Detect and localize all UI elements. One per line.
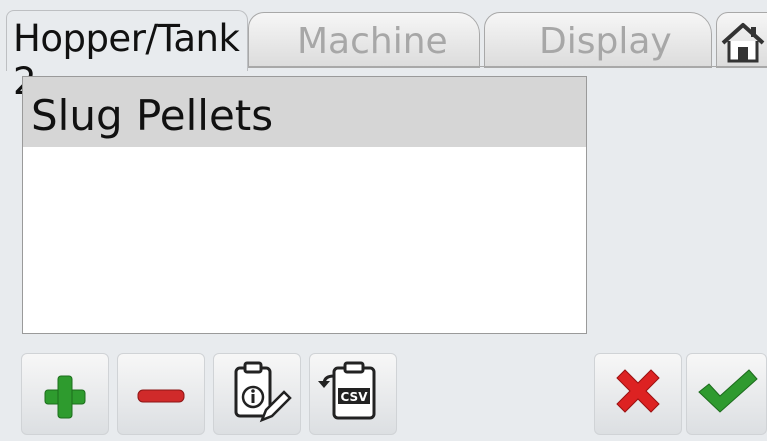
tab-display[interactable]: Display [484, 12, 712, 68]
csv-label: CSV [341, 390, 369, 404]
list-item[interactable]: Slug Pellets [23, 77, 586, 147]
confirm-button[interactable] [686, 353, 767, 435]
list-item-label: Slug Pellets [31, 91, 274, 140]
green-check-icon [698, 369, 758, 413]
tab-underline [246, 66, 767, 67]
tab-machine-label: Machine [297, 21, 448, 62]
clipboard-info-edit-icon [234, 361, 292, 423]
cancel-button[interactable] [594, 353, 682, 435]
add-button[interactable] [21, 353, 109, 435]
tab-display-label: Display [539, 21, 672, 62]
app-screen: Machine Display Hopper/Tank 2 Slug Pelle… [0, 0, 767, 441]
remove-button[interactable] [117, 353, 205, 435]
plus-icon [44, 375, 86, 419]
tab-machine[interactable]: Machine [248, 12, 480, 68]
home-icon [721, 23, 765, 63]
tab-hopper-tank[interactable]: Hopper/Tank 2 [6, 10, 248, 103]
info-edit-button[interactable] [213, 353, 301, 435]
red-x-icon [616, 369, 660, 413]
tab-home[interactable] [716, 12, 767, 68]
tab-bar: Machine Display Hopper/Tank 2 [0, 0, 767, 103]
product-list[interactable]: Slug Pellets [22, 76, 587, 334]
minus-icon [137, 389, 185, 403]
csv-import-button[interactable]: CSV [309, 353, 397, 435]
clipboard-csv-import-icon: CSV [318, 361, 376, 420]
